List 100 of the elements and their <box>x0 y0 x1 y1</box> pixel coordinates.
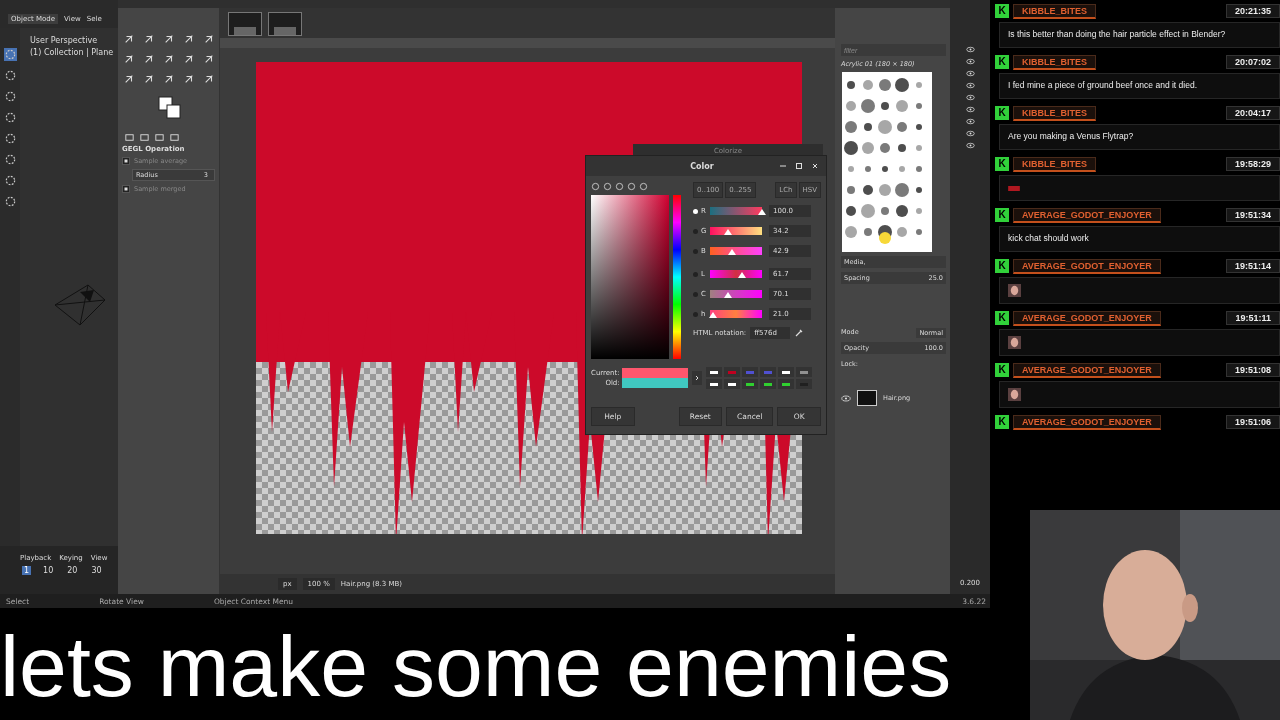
tool-icon[interactable] <box>124 54 134 64</box>
timestamp: 19:51:11 <box>1226 311 1280 325</box>
channel-slider[interactable] <box>710 290 762 298</box>
radio-button[interactable] <box>693 271 698 277</box>
close-icon[interactable] <box>810 161 820 171</box>
radio-button[interactable] <box>693 291 698 297</box>
tool-icon[interactable] <box>3 174 17 187</box>
frame-number[interactable]: 20 <box>65 566 80 575</box>
hue-strip[interactable] <box>673 195 681 359</box>
platform-badge: K <box>995 4 1009 18</box>
maximize-icon[interactable] <box>794 161 804 171</box>
frame-number[interactable]: 30 <box>89 566 104 575</box>
history-color[interactable] <box>709 382 718 386</box>
eye-icon[interactable] <box>965 58 975 65</box>
eye-icon[interactable] <box>965 82 975 89</box>
username: KIBBLE_BITES <box>1013 156 1096 172</box>
username: AVERAGE_GODOT_ENJOYER <box>1013 207 1161 223</box>
tab-icon[interactable] <box>124 132 135 143</box>
timestamp: 20:07:02 <box>1225 55 1280 69</box>
frame-number[interactable]: 10 <box>41 566 56 575</box>
tool-icon[interactable] <box>164 34 174 44</box>
radio-button[interactable] <box>693 248 698 254</box>
emote-icon <box>1008 284 1021 297</box>
channel-slider[interactable] <box>710 247 762 255</box>
eye-icon[interactable] <box>965 130 975 137</box>
tool-icon[interactable] <box>144 34 154 44</box>
brush-grid-drawing[interactable] <box>841 72 933 252</box>
tool-icon[interactable] <box>144 54 154 64</box>
platform-badge: K <box>995 259 1009 273</box>
timestamp: 19:51:06 <box>1225 415 1280 429</box>
tool-icon[interactable] <box>3 69 17 82</box>
timestamp: 19:51:34 <box>1225 208 1280 222</box>
tool-icon[interactable] <box>164 54 174 64</box>
platform-badge: K <box>995 363 1009 377</box>
radio-button[interactable] <box>693 311 698 317</box>
history-color[interactable] <box>727 370 736 374</box>
tool-icon[interactable] <box>184 74 194 84</box>
tool-icon[interactable] <box>164 74 174 84</box>
message-text: Are you making a Venus Flytrap? <box>999 124 1280 150</box>
tab-icon[interactable] <box>169 132 180 143</box>
eye-icon[interactable] <box>965 142 975 149</box>
eye-icon[interactable] <box>965 94 975 101</box>
history-color[interactable] <box>763 382 772 386</box>
tool-icon[interactable] <box>3 153 17 166</box>
username: KIBBLE_BITES <box>1013 3 1096 19</box>
tool-icon[interactable] <box>3 111 17 124</box>
tool-icon[interactable] <box>184 54 194 64</box>
eye-icon[interactable] <box>965 70 975 77</box>
viewport-info: User Perspective <box>30 36 99 45</box>
username: AVERAGE_GODOT_ENJOYER <box>1013 362 1161 378</box>
channel-slider[interactable] <box>710 227 762 235</box>
eye-icon[interactable] <box>965 106 975 113</box>
message-text: kick chat should work <box>999 226 1280 252</box>
platform-badge: K <box>995 106 1009 120</box>
eye-icon[interactable] <box>965 118 975 125</box>
tool-icon[interactable] <box>204 74 214 84</box>
color-swatches-icon[interactable] <box>158 96 182 120</box>
radio-button[interactable] <box>693 228 698 234</box>
tab-icon[interactable] <box>139 132 150 143</box>
platform-badge: K <box>995 415 1009 429</box>
dialog-title: Color <box>689 161 715 171</box>
eyedropper-icon[interactable] <box>794 328 805 338</box>
history-color[interactable] <box>781 370 790 374</box>
tool-icon[interactable] <box>3 195 17 208</box>
tool-icon[interactable] <box>124 34 134 44</box>
image-tab[interactable] <box>228 12 262 36</box>
eye-icon[interactable] <box>841 394 851 402</box>
eye-icon[interactable] <box>965 46 975 53</box>
history-color[interactable] <box>745 382 754 386</box>
platform-badge: K <box>995 208 1009 222</box>
frame-number[interactable]: 1 <box>22 566 32 575</box>
tool-icon[interactable] <box>184 34 194 44</box>
radio-button[interactable] <box>693 208 698 214</box>
chevron-icon[interactable] <box>691 371 702 385</box>
checkbox[interactable] <box>122 185 130 193</box>
platform-badge: K <box>995 311 1009 325</box>
tool-icon[interactable] <box>3 132 17 145</box>
history-color[interactable] <box>763 370 772 374</box>
timestamp: 20:21:35 <box>1225 4 1280 18</box>
tool-icon[interactable] <box>144 74 154 84</box>
image-tab[interactable] <box>268 12 302 36</box>
history-color[interactable] <box>709 370 718 374</box>
tool-icon[interactable] <box>204 34 214 44</box>
history-color[interactable] <box>745 370 754 374</box>
history-color[interactable] <box>799 370 808 374</box>
checkbox[interactable] <box>122 157 130 165</box>
timestamp: 19:51:14 <box>1225 259 1280 273</box>
tool-icon[interactable] <box>204 54 214 64</box>
history-color[interactable] <box>727 382 736 386</box>
channel-slider[interactable] <box>710 310 762 318</box>
tool-icon[interactable] <box>3 48 17 61</box>
tool-icon[interactable] <box>124 74 134 84</box>
sticker-icon <box>1008 185 1020 191</box>
tool-icon[interactable] <box>3 90 17 103</box>
history-color[interactable] <box>781 382 790 386</box>
message-text: Is this better than doing the hair particle effect in Blender? <box>999 22 1280 48</box>
channel-slider[interactable] <box>710 270 762 278</box>
tab-icon[interactable] <box>154 132 165 143</box>
color-square[interactable] <box>591 195 669 359</box>
emote-icon <box>1008 388 1021 401</box>
